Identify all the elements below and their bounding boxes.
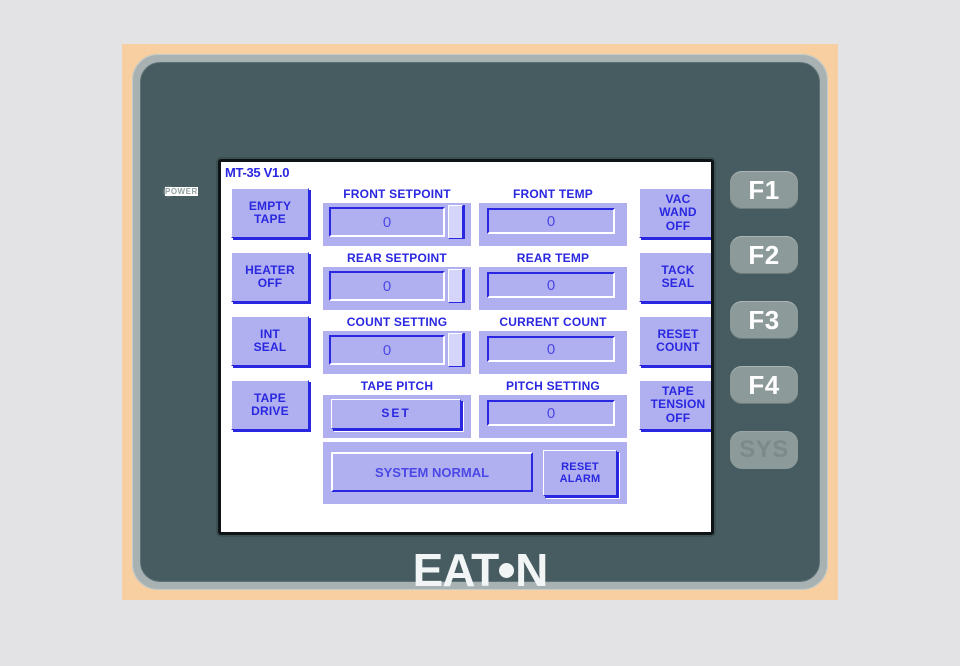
display-pitch-setting: 0 [487, 400, 615, 426]
label-count-setting: COUNT SETTING [323, 312, 471, 331]
orange-mat: POWER MT-35 V1.0 EMPTY TAPE HEATER OFF INT SEA… [122, 44, 838, 600]
right-button-4[interactable]: TAPE TENSION OFF [639, 380, 711, 430]
label-front-setpoint: FRONT SETPOINT [323, 184, 471, 203]
button-label-line1: RESET [657, 326, 699, 341]
label-current-count: CURRENT COUNT [479, 312, 627, 331]
label-front-temp: FRONT TEMP [479, 184, 627, 203]
function-key-f1[interactable]: F1 [730, 171, 798, 209]
button-label-line2: SEAL [253, 340, 287, 354]
function-key-f3[interactable]: F3 [730, 301, 798, 339]
right-button-2[interactable]: TACK SEAL [639, 252, 711, 302]
screen-title: MT-35 V1.0 [225, 165, 290, 180]
button-label-line1: HEATER [245, 262, 295, 277]
button-label-line2: SEAL [661, 276, 695, 290]
power-indicator: POWER [165, 187, 198, 196]
right-button-3[interactable]: RESET COUNT [639, 316, 711, 366]
button-label-line2: ALARM [559, 473, 601, 485]
brand-text-2: N [515, 544, 548, 596]
button-label-line2: WAND [659, 205, 697, 220]
left-button-3[interactable]: INT SEAL [231, 316, 309, 366]
input-count-setting[interactable]: 0 [329, 335, 445, 365]
function-key-column: F1 F2 F3 F4 SYS [730, 171, 816, 496]
button-label-line2: COUNT [656, 340, 700, 354]
button-label-line3: OFF [665, 410, 691, 425]
panel-outer-bezel: POWER MT-35 V1.0 EMPTY TAPE HEATER OFF INT SEA… [132, 54, 828, 596]
input-rear-setpoint[interactable]: 0 [329, 271, 445, 301]
right-button-1[interactable]: VAC WAND OFF [639, 188, 711, 238]
function-key-f4[interactable]: F4 [730, 366, 798, 404]
label-rear-setpoint: REAR SETPOINT [323, 248, 471, 267]
stepper-rear-setpoint[interactable] [448, 269, 463, 303]
button-label-line1: TAPE [254, 390, 286, 405]
tape-pitch-set-button[interactable]: SET [331, 399, 461, 429]
lcd-screen: MT-35 V1.0 EMPTY TAPE HEATER OFF INT SEAL TAPE D… [221, 162, 711, 532]
button-label-line1: EMPTY [248, 198, 292, 213]
left-button-2[interactable]: HEATER OFF [231, 252, 309, 302]
button-label-line1: VAC [665, 191, 691, 206]
button-label-line2: OFF [257, 276, 283, 290]
stepper-count-setting[interactable] [448, 333, 463, 367]
button-label-line1: TACK [661, 262, 695, 277]
display-front-temp: 0 [487, 208, 615, 234]
left-button-1[interactable]: EMPTY TAPE [231, 188, 309, 238]
eaton-wordmark: EAT N [141, 543, 819, 597]
button-label-line2: DRIVE [251, 404, 289, 418]
brand-text-1: EAT [412, 544, 500, 596]
panel-faceplate: POWER MT-35 V1.0 EMPTY TAPE HEATER OFF INT SEA… [140, 62, 820, 596]
stepper-front-setpoint[interactable] [448, 205, 463, 239]
reset-alarm-button[interactable]: RESET ALARM [543, 450, 617, 496]
left-button-4[interactable]: TAPE DRIVE [231, 380, 309, 430]
function-key-f2[interactable]: F2 [730, 236, 798, 274]
input-front-setpoint[interactable]: 0 [329, 207, 445, 237]
display-rear-temp: 0 [487, 272, 615, 298]
power-label: POWER [165, 187, 198, 196]
brand-dot-icon [499, 563, 515, 579]
button-label-line1: RESET [561, 460, 599, 473]
label-tape-pitch: TAPE PITCH [323, 376, 471, 395]
label-pitch-setting: PITCH SETTING [479, 376, 627, 395]
status-message: SYSTEM NORMAL [331, 452, 533, 492]
display-current-count: 0 [487, 336, 615, 362]
button-label-line1: TAPE [662, 383, 694, 398]
function-key-sys: SYS [730, 431, 798, 469]
button-label-line2: TENSION [650, 397, 706, 412]
button-label-line3: OFF [665, 218, 691, 233]
button-label-line2: TAPE [254, 212, 286, 226]
lcd-bezel: MT-35 V1.0 EMPTY TAPE HEATER OFF INT SEAL TAPE D… [218, 159, 714, 535]
button-label-line1: INT [260, 326, 280, 341]
label-rear-temp: REAR TEMP [479, 248, 627, 267]
